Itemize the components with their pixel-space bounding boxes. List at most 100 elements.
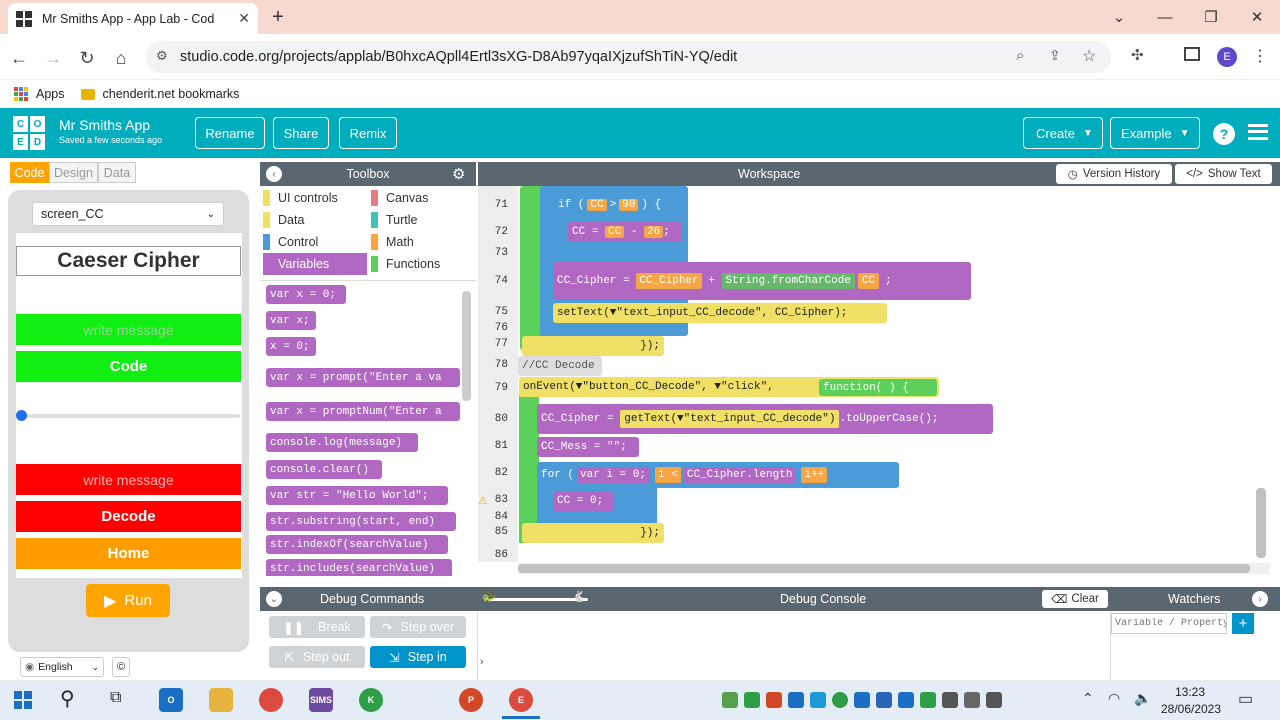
task-view-icon[interactable]: ⧉ bbox=[110, 689, 121, 707]
side-panel-icon[interactable] bbox=[1184, 47, 1200, 61]
watch-input[interactable] bbox=[1111, 613, 1227, 634]
forward-icon[interactable]: → bbox=[40, 45, 66, 71]
block-assign[interactable]: x = 0; bbox=[266, 337, 316, 356]
site-settings-icon[interactable]: ⚙ bbox=[156, 48, 168, 64]
close-tab-icon[interactable]: ✕ bbox=[238, 10, 250, 27]
comment-block[interactable]: //CC Decode bbox=[518, 356, 602, 376]
cc-assign-block[interactable]: CC = CC - 26 ; bbox=[568, 222, 682, 242]
collapse-debug-icon[interactable]: ⌄ bbox=[266, 591, 282, 607]
tab-code[interactable]: Code bbox=[10, 162, 49, 183]
cc-mess-assign-block[interactable]: CC_Mess = ""; bbox=[537, 437, 639, 457]
show-text-button[interactable]: </> Show Text bbox=[1175, 164, 1272, 184]
tray-app-icon[interactable] bbox=[964, 692, 980, 708]
tab-data[interactable]: Data bbox=[98, 162, 136, 183]
network-icon[interactable]: ⌃ bbox=[1082, 690, 1094, 707]
category-control[interactable]: Control bbox=[263, 231, 367, 253]
reload-icon[interactable]: ↻ bbox=[74, 45, 100, 71]
tray-app-icon[interactable] bbox=[832, 692, 848, 708]
add-watch-button[interactable]: + bbox=[1232, 613, 1254, 634]
remix-button[interactable]: Remix bbox=[339, 117, 397, 149]
step-over-button[interactable]: ↷ Step over bbox=[370, 616, 466, 638]
rename-button[interactable]: Rename bbox=[195, 117, 265, 149]
workspace-vscroll-thumb[interactable] bbox=[1256, 488, 1266, 558]
workspace-hscroll[interactable] bbox=[518, 563, 1270, 574]
gear-icon[interactable]: ⚙ bbox=[452, 165, 465, 183]
chrome-k-icon[interactable]: K bbox=[359, 688, 383, 712]
volume-icon[interactable]: 🔈 bbox=[1134, 690, 1151, 707]
category-data[interactable]: Data bbox=[263, 209, 367, 231]
onevent-block[interactable]: onEvent(▼"button_CC_Decode", ▼"click", bbox=[519, 377, 819, 397]
bookmark-folder[interactable]: chenderit.net bookmarks bbox=[103, 87, 240, 101]
block-prompt-num[interactable]: var x = promptNum("Enter a bbox=[266, 402, 460, 421]
extensions-icon[interactable]: ✣ bbox=[1131, 46, 1144, 64]
category-functions[interactable]: Functions bbox=[371, 253, 475, 275]
settext-block[interactable]: setText(▼"text_input_CC_decode", CC_Ciph… bbox=[553, 303, 887, 323]
tab-design[interactable]: Design bbox=[49, 162, 98, 183]
cc-zero-block[interactable]: CC = 0; bbox=[553, 491, 613, 511]
slider-thumb[interactable] bbox=[16, 410, 27, 421]
category-ui-controls[interactable]: UI controls bbox=[263, 187, 367, 209]
block-prompt[interactable]: var x = prompt("Enter a va bbox=[266, 368, 460, 387]
close-window-icon[interactable]: ✕ bbox=[1234, 0, 1280, 34]
run-button[interactable]: ▶ Run bbox=[86, 584, 170, 617]
block-string-var[interactable]: var str = "Hello World"; bbox=[266, 486, 448, 505]
tray-app-icon[interactable] bbox=[898, 692, 914, 708]
tray-app-icon[interactable] bbox=[722, 692, 738, 708]
code-button[interactable]: Code bbox=[16, 351, 241, 382]
zoom-icon[interactable]: ⌕ bbox=[1016, 47, 1024, 64]
category-math[interactable]: Math bbox=[371, 231, 475, 253]
break-button[interactable]: ❚❚ Break bbox=[269, 616, 365, 638]
help-icon[interactable]: ? bbox=[1213, 123, 1235, 145]
profile-avatar[interactable]: E bbox=[1217, 47, 1237, 67]
toolbox-scrollbar[interactable] bbox=[462, 291, 471, 401]
for-loop-block[interactable]: for ( var i = 0; i < CC_Cipher.length i+… bbox=[537, 462, 899, 488]
tray-app-icon[interactable] bbox=[942, 692, 958, 708]
block-var-declare[interactable]: var x; bbox=[266, 311, 316, 330]
browser-menu-icon[interactable]: ⋮ bbox=[1252, 46, 1268, 66]
tray-app-icon[interactable] bbox=[920, 692, 936, 708]
tray-app-icon[interactable] bbox=[766, 692, 782, 708]
block-var-assign[interactable]: var x = 0; bbox=[266, 285, 346, 304]
browser-tab[interactable]: Mr Smiths App - App Lab - Cod ✕ bbox=[8, 3, 258, 34]
code-org-logo[interactable]: CO ED bbox=[13, 116, 62, 150]
search-icon[interactable]: ⚲ bbox=[60, 686, 75, 711]
warning-icon[interactable]: ⚠ bbox=[478, 494, 488, 507]
windows-start-icon[interactable] bbox=[14, 691, 32, 709]
block-console-clear[interactable]: console.clear() bbox=[266, 460, 382, 479]
decode-button[interactable]: Decode bbox=[16, 501, 241, 532]
category-canvas[interactable]: Canvas bbox=[371, 187, 475, 209]
example-dropdown[interactable]: Example ▼ bbox=[1110, 117, 1200, 149]
share-page-icon[interactable]: ⇪ bbox=[1049, 47, 1061, 64]
clock-time[interactable]: 13:23 bbox=[1160, 685, 1220, 699]
cc-cipher-assign-block[interactable]: CC_Cipher = CC_Cipher + String.fromCharC… bbox=[553, 262, 971, 300]
hscroll-thumb[interactable] bbox=[518, 564, 1250, 573]
expand-watchers-icon[interactable]: › bbox=[1252, 591, 1268, 607]
language-select[interactable]: ◉ English ⌄ bbox=[20, 657, 104, 677]
tray-app-icon[interactable] bbox=[986, 692, 1002, 708]
step-in-button[interactable]: ⇲ Step in bbox=[370, 646, 466, 668]
cc-cipher-gettext-block[interactable]: CC_Cipher = getText(▼"text_input_CC_deco… bbox=[537, 404, 993, 434]
message-input[interactable]: write message bbox=[16, 314, 241, 345]
block-indexof[interactable]: str.indexOf(searchValue) bbox=[266, 535, 448, 554]
category-variables[interactable]: Variables bbox=[263, 253, 367, 275]
version-history-button[interactable]: ◷ Version History bbox=[1056, 164, 1172, 184]
url-input[interactable]: ⚙ studio.code.org/projects/applab/B0hxcA… bbox=[146, 41, 1111, 73]
outlook-icon[interactable]: O bbox=[159, 688, 183, 712]
wifi-icon[interactable]: ◠ bbox=[1108, 690, 1120, 707]
new-tab-button[interactable]: + bbox=[266, 6, 290, 28]
restore-icon[interactable]: ❐ bbox=[1188, 0, 1234, 34]
decode-message-input[interactable]: write message bbox=[16, 464, 241, 495]
tray-app-icon[interactable] bbox=[876, 692, 892, 708]
bookmark-star-icon[interactable]: ☆ bbox=[1082, 46, 1096, 66]
chrome-active-icon[interactable]: E bbox=[509, 688, 533, 712]
tray-app-icon[interactable] bbox=[788, 692, 804, 708]
screen-select[interactable]: screen_CC ⌄ bbox=[32, 202, 224, 226]
sims-icon[interactable]: SIMS bbox=[309, 688, 333, 712]
speed-slider[interactable]: 🐢 🐇 bbox=[482, 591, 588, 603]
tab-search-icon[interactable]: ⌄ bbox=[1096, 0, 1142, 34]
slider-track[interactable] bbox=[16, 410, 240, 421]
block-includes[interactable]: str.includes(searchValue) bbox=[266, 559, 452, 576]
home-icon[interactable]: ⌂ bbox=[108, 45, 134, 71]
share-button[interactable]: Share bbox=[273, 117, 329, 149]
back-icon[interactable]: ← bbox=[6, 45, 32, 71]
